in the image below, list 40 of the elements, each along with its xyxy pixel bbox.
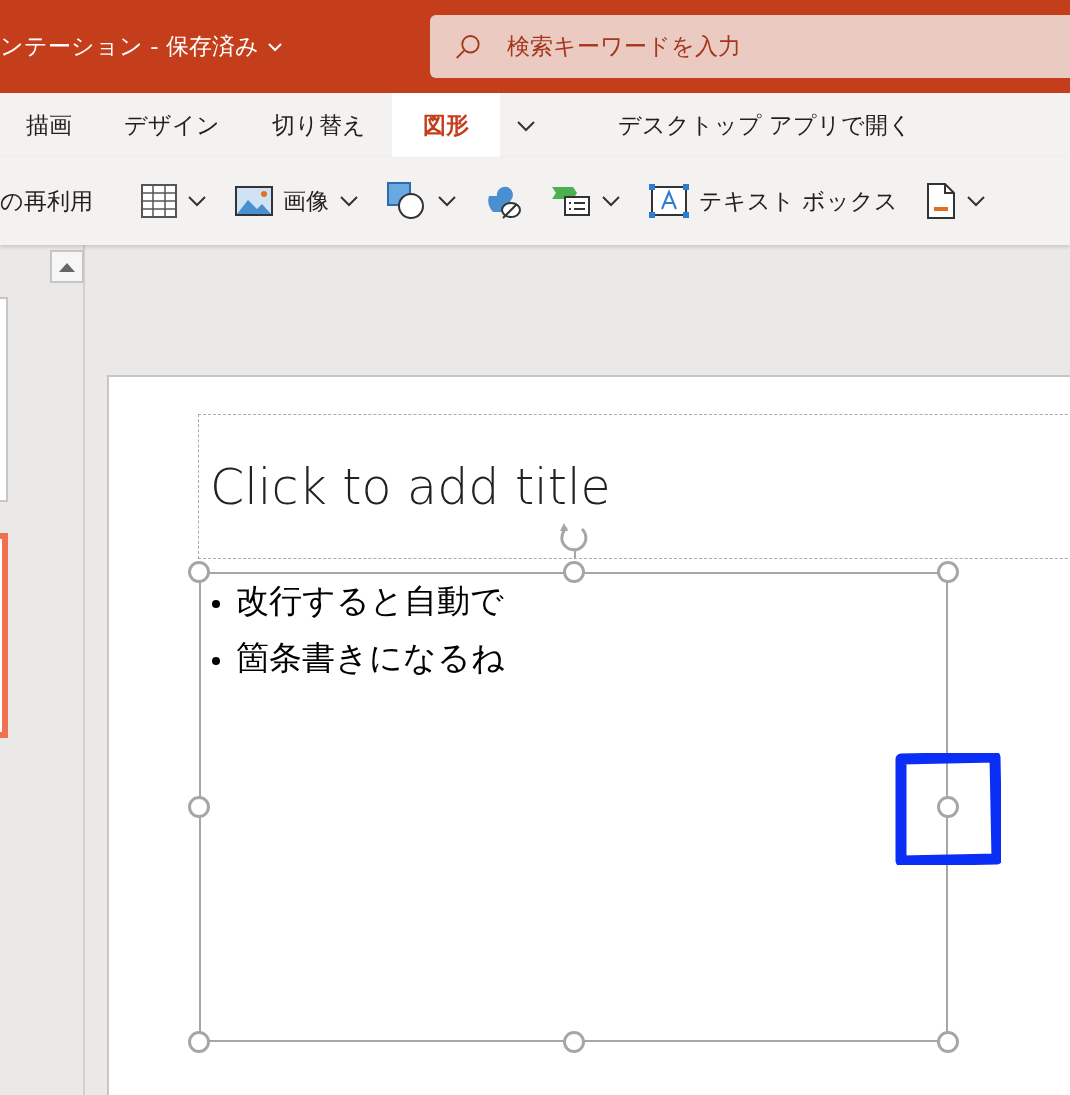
ribbon-tab[interactable]: 描画 — [0, 93, 98, 157]
bullet-item: 箇条書きになるね — [236, 637, 505, 679]
bullet-icon — [212, 600, 220, 608]
search-field[interactable]: 検索キーワードを入力 — [505, 28, 1066, 65]
caret-icon — [339, 195, 359, 207]
up-arrow-icon — [59, 262, 75, 272]
caret-icon — [437, 195, 457, 207]
ribbon-tab[interactable]: 図形 — [392, 93, 500, 157]
reuse-slides-button[interactable]: の再利用 — [0, 171, 99, 231]
resize-handle[interactable] — [562, 1031, 585, 1053]
caret-icon — [516, 120, 536, 133]
search-bar[interactable]: 検索キーワードを入力 — [430, 15, 1070, 78]
textbox-button[interactable]: テキスト ボックス — [643, 171, 905, 231]
sketched-square-drawing[interactable] — [895, 753, 1001, 865]
document-icon — [926, 183, 957, 219]
resize-handle[interactable] — [188, 796, 210, 818]
scroll-up-button[interactable] — [50, 250, 84, 283]
resize-handle[interactable] — [937, 796, 959, 818]
chevron-icon[interactable] — [266, 41, 283, 52]
ribbon-tab[interactable]: 切り替え — [246, 93, 392, 157]
resize-handle[interactable] — [562, 561, 585, 583]
bullet-item: 改行すると自動で — [236, 580, 504, 622]
resize-handle[interactable] — [188, 1031, 210, 1053]
shapes-icon — [387, 182, 427, 220]
caret-icon — [966, 195, 987, 207]
picture-button[interactable]: 画像 — [229, 171, 365, 231]
picture-icon — [235, 186, 273, 216]
caret-icon — [187, 195, 207, 207]
resize-handle[interactable] — [937, 1031, 959, 1053]
title-placeholder[interactable]: Click to add title — [198, 414, 1070, 559]
bullet-icon — [212, 657, 220, 665]
text-box-icon — [649, 184, 689, 218]
document-title[interactable]: ンテーション - 保存済み — [0, 29, 259, 64]
resize-handle[interactable] — [188, 561, 210, 583]
caret-icon — [601, 195, 621, 207]
table-icon — [141, 184, 177, 218]
smartart-icon — [551, 185, 591, 217]
resize-handle[interactable] — [937, 561, 959, 583]
ribbon-tab[interactable]: デザイン — [98, 93, 246, 157]
open-desktop-app-button[interactable]: デスクトップ アプリで開く — [592, 93, 939, 157]
